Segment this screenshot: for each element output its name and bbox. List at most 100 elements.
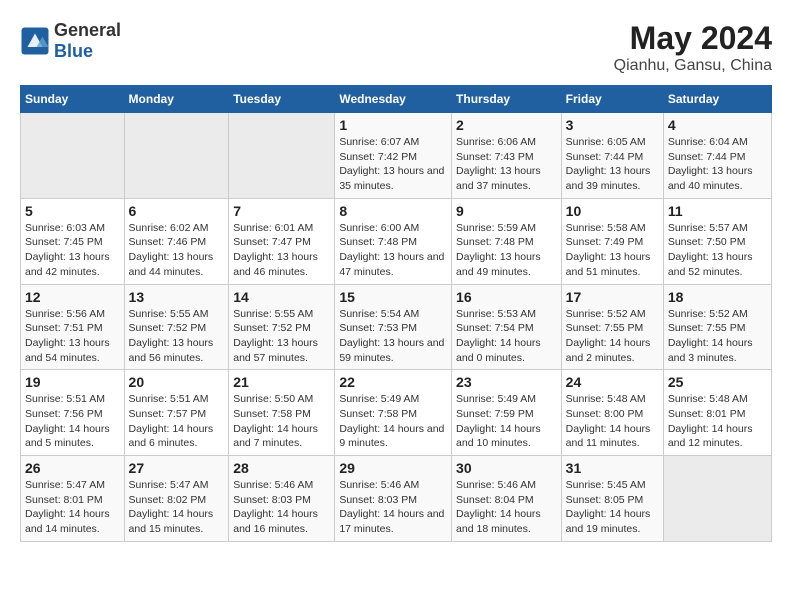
- calendar-cell: 28 Sunrise: 5:46 AM Sunset: 8:03 PM Dayli…: [229, 456, 335, 542]
- calendar-body: 1 Sunrise: 6:07 AM Sunset: 7:42 PM Daylig…: [21, 113, 772, 542]
- calendar-cell: 18Sunrise: 5:52 AM Sunset: 7:55 PM Dayli…: [663, 284, 771, 370]
- day-number: 29: [339, 460, 447, 476]
- day-info: Sunrise: 5:49 AM Sunset: 7:58 PM Dayligh…: [339, 392, 447, 451]
- calendar-cell: 31 Sunrise: 5:45 AM Sunset: 8:05 PM Dayli…: [561, 456, 663, 542]
- day-number: 11: [668, 203, 767, 219]
- day-number: 16: [456, 289, 557, 305]
- day-number: 5: [25, 203, 120, 219]
- calendar-cell: [124, 113, 229, 199]
- day-number: 26: [25, 460, 120, 476]
- calendar-cell: 16 Sunrise: 5:53 AM Sunset: 7:54 PM Dayli…: [452, 284, 562, 370]
- day-number: 20: [129, 374, 225, 390]
- day-info: Sunrise: 5:48 AM Sunset: 8:00 PM Dayligh…: [566, 392, 659, 451]
- day-info: Sunrise: 5:58 AM Sunset: 7:49 PM Dayligh…: [566, 221, 659, 280]
- calendar-cell: 11Sunrise: 5:57 AM Sunset: 7:50 PM Dayli…: [663, 198, 771, 284]
- weekday-header-saturday: Saturday: [663, 86, 771, 113]
- day-number: 28: [233, 460, 330, 476]
- day-number: 4: [668, 117, 767, 133]
- day-info: Sunrise: 5:51 AM Sunset: 7:57 PM Dayligh…: [129, 392, 225, 451]
- calendar-cell: 1 Sunrise: 6:07 AM Sunset: 7:42 PM Daylig…: [335, 113, 452, 199]
- logo: General Blue: [20, 20, 121, 62]
- day-number: 31: [566, 460, 659, 476]
- day-number: 27: [129, 460, 225, 476]
- day-number: 12: [25, 289, 120, 305]
- calendar-week-row: 26 Sunrise: 5:47 AM Sunset: 8:01 PM Dayli…: [21, 456, 772, 542]
- day-info: Sunrise: 5:45 AM Sunset: 8:05 PM Dayligh…: [566, 478, 659, 537]
- day-number: 15: [339, 289, 447, 305]
- logo-general-text: General: [54, 20, 121, 40]
- day-info: Sunrise: 5:48 AM Sunset: 8:01 PM Dayligh…: [668, 392, 767, 451]
- day-number: 30: [456, 460, 557, 476]
- weekday-header-sunday: Sunday: [21, 86, 125, 113]
- calendar-cell: 5 Sunrise: 6:03 AM Sunset: 7:45 PM Daylig…: [21, 198, 125, 284]
- weekday-header-tuesday: Tuesday: [229, 86, 335, 113]
- calendar-cell: [229, 113, 335, 199]
- day-info: Sunrise: 5:46 AM Sunset: 8:04 PM Dayligh…: [456, 478, 557, 537]
- calendar-cell: 21Sunrise: 5:50 AM Sunset: 7:58 PM Dayli…: [229, 370, 335, 456]
- calendar-cell: 8Sunrise: 6:00 AM Sunset: 7:48 PM Daylig…: [335, 198, 452, 284]
- day-info: Sunrise: 5:50 AM Sunset: 7:58 PM Dayligh…: [233, 392, 330, 451]
- day-number: 9: [456, 203, 557, 219]
- day-number: 22: [339, 374, 447, 390]
- day-number: 6: [129, 203, 225, 219]
- calendar-cell: 22 Sunrise: 5:49 AM Sunset: 7:58 PM Dayli…: [335, 370, 452, 456]
- calendar-cell: 27Sunrise: 5:47 AM Sunset: 8:02 PM Dayli…: [124, 456, 229, 542]
- day-info: Sunrise: 6:05 AM Sunset: 7:44 PM Dayligh…: [566, 135, 659, 194]
- calendar-cell: 2 Sunrise: 6:06 AM Sunset: 7:43 PM Daylig…: [452, 113, 562, 199]
- day-info: Sunrise: 5:55 AM Sunset: 7:52 PM Dayligh…: [233, 307, 330, 366]
- calendar-cell: 15 Sunrise: 5:54 AM Sunset: 7:53 PM Dayli…: [335, 284, 452, 370]
- day-info: Sunrise: 5:52 AM Sunset: 7:55 PM Dayligh…: [668, 307, 767, 366]
- day-number: 17: [566, 289, 659, 305]
- calendar-cell: 26 Sunrise: 5:47 AM Sunset: 8:01 PM Dayli…: [21, 456, 125, 542]
- calendar-subtitle: Qianhu, Gansu, China: [614, 57, 772, 75]
- calendar-cell: 25 Sunrise: 5:48 AM Sunset: 8:01 PM Dayli…: [663, 370, 771, 456]
- calendar-cell: 20 Sunrise: 5:51 AM Sunset: 7:57 PM Dayli…: [124, 370, 229, 456]
- day-number: 25: [668, 374, 767, 390]
- calendar-header: SundayMondayTuesdayWednesdayThursdayFrid…: [21, 86, 772, 113]
- day-info: Sunrise: 5:54 AM Sunset: 7:53 PM Dayligh…: [339, 307, 447, 366]
- calendar-cell: 7Sunrise: 6:01 AM Sunset: 7:47 PM Daylig…: [229, 198, 335, 284]
- day-info: Sunrise: 5:46 AM Sunset: 8:03 PM Dayligh…: [233, 478, 330, 537]
- day-number: 7: [233, 203, 330, 219]
- day-info: Sunrise: 6:07 AM Sunset: 7:42 PM Dayligh…: [339, 135, 447, 194]
- day-info: Sunrise: 6:03 AM Sunset: 7:45 PM Dayligh…: [25, 221, 120, 280]
- logo-blue-text: Blue: [54, 41, 93, 61]
- logo-icon: [20, 26, 50, 56]
- day-info: Sunrise: 5:56 AM Sunset: 7:51 PM Dayligh…: [25, 307, 120, 366]
- day-number: 1: [339, 117, 447, 133]
- day-info: Sunrise: 5:52 AM Sunset: 7:55 PM Dayligh…: [566, 307, 659, 366]
- calendar-title: May 2024: [614, 20, 772, 57]
- calendar-table: SundayMondayTuesdayWednesdayThursdayFrid…: [20, 85, 772, 542]
- day-number: 3: [566, 117, 659, 133]
- day-number: 2: [456, 117, 557, 133]
- day-number: 10: [566, 203, 659, 219]
- title-block: May 2024 Qianhu, Gansu, China: [614, 20, 772, 75]
- calendar-cell: 19Sunrise: 5:51 AM Sunset: 7:56 PM Dayli…: [21, 370, 125, 456]
- day-info: Sunrise: 5:49 AM Sunset: 7:59 PM Dayligh…: [456, 392, 557, 451]
- day-info: Sunrise: 5:53 AM Sunset: 7:54 PM Dayligh…: [456, 307, 557, 366]
- weekday-header-thursday: Thursday: [452, 86, 562, 113]
- calendar-cell: 17 Sunrise: 5:52 AM Sunset: 7:55 PM Dayli…: [561, 284, 663, 370]
- day-number: 19: [25, 374, 120, 390]
- calendar-cell: 29 Sunrise: 5:46 AM Sunset: 8:03 PM Dayli…: [335, 456, 452, 542]
- calendar-week-row: 5 Sunrise: 6:03 AM Sunset: 7:45 PM Daylig…: [21, 198, 772, 284]
- calendar-cell: 14 Sunrise: 5:55 AM Sunset: 7:52 PM Dayli…: [229, 284, 335, 370]
- day-info: Sunrise: 6:00 AM Sunset: 7:48 PM Dayligh…: [339, 221, 447, 280]
- calendar-cell: 12 Sunrise: 5:56 AM Sunset: 7:51 PM Dayli…: [21, 284, 125, 370]
- calendar-cell: [21, 113, 125, 199]
- calendar-cell: 9 Sunrise: 5:59 AM Sunset: 7:48 PM Daylig…: [452, 198, 562, 284]
- day-info: Sunrise: 5:59 AM Sunset: 7:48 PM Dayligh…: [456, 221, 557, 280]
- day-info: Sunrise: 5:55 AM Sunset: 7:52 PM Dayligh…: [129, 307, 225, 366]
- day-number: 14: [233, 289, 330, 305]
- calendar-week-row: 12 Sunrise: 5:56 AM Sunset: 7:51 PM Dayli…: [21, 284, 772, 370]
- day-info: Sunrise: 5:47 AM Sunset: 8:01 PM Dayligh…: [25, 478, 120, 537]
- day-number: 23: [456, 374, 557, 390]
- day-info: Sunrise: 6:06 AM Sunset: 7:43 PM Dayligh…: [456, 135, 557, 194]
- day-info: Sunrise: 6:04 AM Sunset: 7:44 PM Dayligh…: [668, 135, 767, 194]
- calendar-cell: 30 Sunrise: 5:46 AM Sunset: 8:04 PM Dayli…: [452, 456, 562, 542]
- weekday-header-monday: Monday: [124, 86, 229, 113]
- calendar-cell: 24Sunrise: 5:48 AM Sunset: 8:00 PM Dayli…: [561, 370, 663, 456]
- day-info: Sunrise: 5:46 AM Sunset: 8:03 PM Dayligh…: [339, 478, 447, 537]
- calendar-cell: 6Sunrise: 6:02 AM Sunset: 7:46 PM Daylig…: [124, 198, 229, 284]
- weekday-header-friday: Friday: [561, 86, 663, 113]
